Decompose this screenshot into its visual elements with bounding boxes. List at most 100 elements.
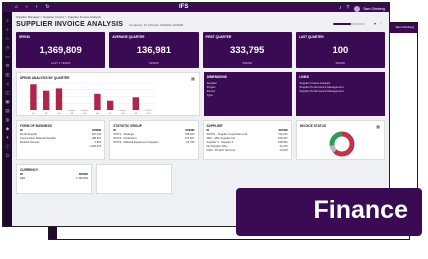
search-icon[interactable]: ⌕ <box>6 25 9 34</box>
form-of-business-table: ID SPEND Small Supplier 115,232 Constructi… <box>20 129 101 149</box>
kpi-last-quarter[interactable]: LAST QUARTER 100 SPEND <box>295 32 385 68</box>
people-icon[interactable]: ☺ <box>5 79 10 88</box>
invoice-status-title: INVOICE STATUS <box>299 124 327 128</box>
finance-banner: Finance <box>236 188 422 236</box>
kpi-spend[interactable]: SPEND 1,369,809 LAST 3 YEARS <box>16 32 106 68</box>
user-name[interactable]: Sam Grinberg <box>363 7 385 11</box>
home-icon[interactable]: ⌂ <box>15 3 18 12</box>
bar <box>43 90 50 110</box>
bar <box>55 88 63 110</box>
sidebar: ≡ ⌕ ☆ ◷ ▭ ⚙ ▥ ☺ ◫ ▣ ▤ ◍ ◆ ✦ ⓘ ⏻ <box>3 12 12 226</box>
globe-icon[interactable]: ◍ <box>6 115 10 124</box>
kpi-sub: SPEND <box>149 61 159 65</box>
title-bar: SUPPLIER INVOICE ANALYSIS Company: 10 | … <box>16 19 385 30</box>
link-item[interactable]: Supplier Performance Management <box>299 89 343 93</box>
kpi-value: 100 <box>332 45 349 56</box>
background-user-name: Sam Grinberg <box>395 25 414 29</box>
power-icon[interactable]: ⏻ <box>6 151 10 160</box>
tools-icon[interactable]: ✦ <box>6 133 10 142</box>
back-icon[interactable]: ‹ <box>26 3 28 12</box>
kpi-label: SPEND <box>19 35 30 39</box>
statistic-group-title: STATISTIC GROUP <box>113 124 142 128</box>
kpi-value: 1,369,809 <box>39 45 82 56</box>
finance-label: Finance <box>313 196 408 224</box>
x-tick-label: Q9 <box>134 113 138 115</box>
supplier-table: ID SPEND SUPP1 - Supplier Corporation Ltd… <box>207 129 288 153</box>
links-title: LINKS <box>299 75 309 79</box>
table-row[interactable]: 0024 - Product Services 13,015 <box>207 149 288 153</box>
more-icon[interactable]: ⋮ <box>379 21 383 26</box>
page-meta: Company: 10 | Period: 01/2020–12/2020 <box>129 22 184 27</box>
kpi-first-quarter[interactable]: FIRST QUARTER 333,795 SPEND <box>202 32 292 68</box>
chart-options-icon[interactable]: ▦ <box>376 124 380 129</box>
kpi-sub: SPEND <box>242 61 252 65</box>
zoom-slider-fill <box>333 23 351 25</box>
kpi-sub: SPEND <box>335 61 346 65</box>
bar <box>30 84 37 110</box>
kpi-label: LAST QUARTER <box>298 35 324 39</box>
table-row[interactable]: STAT3 - Material Equipment Suppliers 94,7… <box>113 141 194 145</box>
currency-title: CURRENCY <box>20 168 39 172</box>
kpi-label: FIRST QUARTER <box>205 35 232 39</box>
kpi-value: 136,981 <box>136 45 172 56</box>
menu-icon[interactable]: ≡ <box>6 16 9 25</box>
bar <box>107 100 114 110</box>
links-panel: LINKS Supplier Invoice Analysis Supplier… <box>296 72 385 116</box>
x-tick-label: Q4 <box>70 113 74 115</box>
statistic-group-table: ID SPEND STAT1 - Strategic 759,523 STAT2 -… <box>113 129 194 145</box>
invoice-status-donut <box>329 131 355 157</box>
bar <box>132 97 139 110</box>
refresh-icon[interactable]: ↻ <box>45 3 49 12</box>
bar <box>94 93 101 110</box>
spend-chart-title: SPEND ANALYSIS BY QUARTER <box>20 76 70 80</box>
app-logo[interactable]: IFS <box>179 4 188 10</box>
kpi-average-quarter[interactable]: AVERAGE QUARTER 136,981 SPEND <box>109 32 199 68</box>
spend-bar-chart: Q1 Q2 Q3 Q4 Q5 Q6 Q7 Q8 Q9 Q10 <box>27 82 155 115</box>
settings-icon[interactable]: ⚙ <box>5 61 9 70</box>
form-of-business-panel: FORM OF BUSINESS ID SPEND Small Supplier 1… <box>16 120 106 160</box>
avatar[interactable] <box>354 5 361 12</box>
document-icon[interactable]: ▤ <box>5 106 9 115</box>
form-of-business-title: FORM OF BUSINESS <box>20 124 52 128</box>
analysis-row: SPEND ANALYSIS BY QUARTER ▦ Q1 Q2 Q3 Q4 Q5 Q6… <box>16 72 385 116</box>
breakdown-row: FORM OF BUSINESS ID SPEND Small Supplier 1… <box>16 120 385 160</box>
box-icon[interactable]: ▣ <box>5 97 9 106</box>
invoice-status-panel: INVOICE STATUS ▦ <box>295 120 385 160</box>
x-tick-label: Q7 <box>109 113 113 115</box>
kpi-value: 333,795 <box>229 45 265 56</box>
empty-panel <box>96 164 172 194</box>
kpi-row: SPEND 1,369,809 LAST 3 YEARS AVERAGE QUA… <box>16 32 385 68</box>
chart-options-icon[interactable]: ▦ <box>191 76 195 81</box>
chart-icon[interactable]: ▥ <box>5 70 9 79</box>
x-tick-label: Q2 <box>45 113 49 115</box>
top-bar: ⌂ ‹ › ↻ IFS ♪ ? Sam Grinberg <box>3 3 389 12</box>
kpi-sub: LAST 3 YEARS <box>50 61 71 65</box>
dimensions-title: DIMENSIONS <box>206 75 227 79</box>
x-tick-label: Q8 <box>122 113 126 115</box>
table-row[interactable]: SEK 1,369,809 <box>20 177 88 181</box>
kpi-label: AVERAGE QUARTER <box>112 35 145 39</box>
dimensions-panel: DIMENSIONS Supplier Project Period Type <box>203 72 293 116</box>
table-row[interactable]: 1,065,970 <box>20 145 101 149</box>
folder-icon[interactable]: ▭ <box>5 52 9 61</box>
finance-icon[interactable]: ◆ <box>6 124 9 133</box>
spend-chart-panel: SPEND ANALYSIS BY QUARTER ▦ Q1 Q2 Q3 Q4 Q5 Q6… <box>16 72 200 116</box>
star-icon[interactable]: ☆ <box>5 34 9 43</box>
statistic-group-panel: STATISTIC GROUP ID SPEND STAT1 - Strategi… <box>109 120 199 160</box>
currency-table: ID SPEND SEK 1,369,809 <box>20 173 88 181</box>
filter-icon[interactable]: ▾ <box>374 21 376 26</box>
x-tick-label: Q1 <box>32 113 36 115</box>
supplier-title: SUPPLIER <box>206 124 223 128</box>
dimension-item[interactable]: Type <box>207 93 213 97</box>
page-title: SUPPLIER INVOICE ANALYSIS <box>16 21 124 28</box>
x-tick-label: Q5 <box>83 113 87 115</box>
info-icon[interactable]: ⓘ <box>5 142 10 151</box>
supplier-panel: SUPPLIER ID SPEND SUPP1 - Supplier Corpor… <box>202 120 292 160</box>
currency-panel: CURRENCY ID SPEND SEK 1,369,809 <box>16 164 92 194</box>
forward-icon[interactable]: › <box>36 3 38 12</box>
cart-icon[interactable]: ◫ <box>5 88 9 97</box>
zoom-slider[interactable] <box>333 23 365 25</box>
x-tick-label: Q10 <box>147 113 152 115</box>
clock-icon[interactable]: ◷ <box>6 43 10 52</box>
x-tick-label: Q6 <box>96 113 100 115</box>
